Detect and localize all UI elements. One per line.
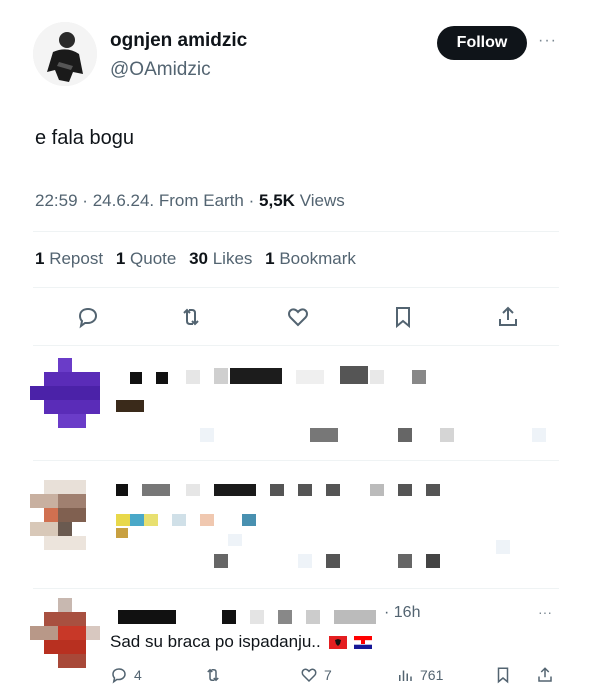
retweet-icon[interactable]: [176, 302, 206, 332]
blurred-reply: [0, 462, 592, 586]
redacted-block: [250, 610, 264, 624]
reply-reply-button[interactable]: 4: [110, 666, 142, 684]
action-bar: [33, 302, 559, 332]
reposts-stat[interactable]: 1 Repost: [35, 249, 103, 268]
reply-retweet-button[interactable]: [204, 666, 222, 684]
quotes-stat[interactable]: 1 Quote: [116, 249, 177, 268]
like-icon: [301, 668, 317, 683]
reply-action-bar: 4 7 761: [110, 666, 570, 686]
views-label: Views: [299, 191, 345, 210]
reply-bookmark-button[interactable]: [494, 666, 512, 684]
redacted-block: [334, 610, 376, 624]
tweet-header: ognjen amidzic @OAmidzic Follow ···: [33, 22, 563, 92]
author-name[interactable]: ognjen amidzic: [110, 30, 247, 52]
divider: [33, 460, 559, 461]
blurred-reply: [0, 346, 592, 456]
meta-separator: ·: [82, 191, 88, 210]
author-handle[interactable]: @OAmidzic: [110, 59, 211, 81]
divider: [33, 287, 559, 288]
reply-views-button[interactable]: 761: [396, 666, 443, 684]
like-icon[interactable]: [283, 302, 313, 332]
views-icon: [399, 670, 412, 681]
reply-icon: [112, 668, 126, 684]
blurred-avatar: [30, 480, 100, 550]
reply-text: Sad su braca po ispadanju..: [110, 632, 373, 652]
reply-author-name-hidden: [118, 610, 176, 624]
blurred-avatar: [30, 358, 100, 428]
reply-count: 4: [134, 667, 142, 683]
divider: [33, 588, 559, 589]
likes-stat[interactable]: 30 Likes: [189, 249, 252, 268]
reply-icon[interactable]: [73, 302, 103, 332]
share-icon[interactable]: [493, 302, 523, 332]
meta-separator: ·: [248, 191, 255, 210]
croatia-flag: [354, 636, 373, 650]
follow-button[interactable]: Follow: [437, 26, 527, 60]
view-count: 761: [420, 667, 444, 683]
reply-like-button[interactable]: 7: [300, 666, 332, 684]
engagement-stats: 1 Repost 1 Quote 30 Likes 1 Bookmark: [35, 249, 364, 269]
reply-time[interactable]: · 16h: [384, 604, 420, 622]
redacted-block: [222, 610, 236, 624]
redacted-block: [278, 610, 292, 624]
bookmark-icon[interactable]: [388, 302, 418, 332]
bookmarks-stat[interactable]: 1 Bookmark: [265, 249, 356, 268]
tweet-text: e fala bogu: [35, 127, 134, 149]
reply-share-button[interactable]: [536, 666, 554, 684]
views-count: 5,5K: [259, 191, 295, 210]
tweet-date[interactable]: 24.6.24.: [93, 191, 154, 210]
reply-more-icon[interactable]: ···: [538, 604, 552, 620]
divider: [33, 231, 559, 232]
reply-avatar[interactable]: [30, 598, 100, 668]
author-avatar[interactable]: [33, 22, 97, 86]
redacted-block: [306, 610, 320, 624]
tweet-meta: 22:59 · 24.6.24. From Earth · 5,5K Views: [35, 191, 345, 211]
tweet-source: From Earth: [158, 191, 244, 210]
retweet-icon: [207, 668, 219, 682]
like-count: 7: [324, 667, 332, 683]
bookmark-icon: [497, 667, 509, 684]
more-options-icon[interactable]: ···: [538, 32, 557, 50]
share-icon: [538, 667, 552, 682]
tweet-time[interactable]: 22:59: [35, 191, 78, 210]
albania-flag: [328, 636, 347, 650]
